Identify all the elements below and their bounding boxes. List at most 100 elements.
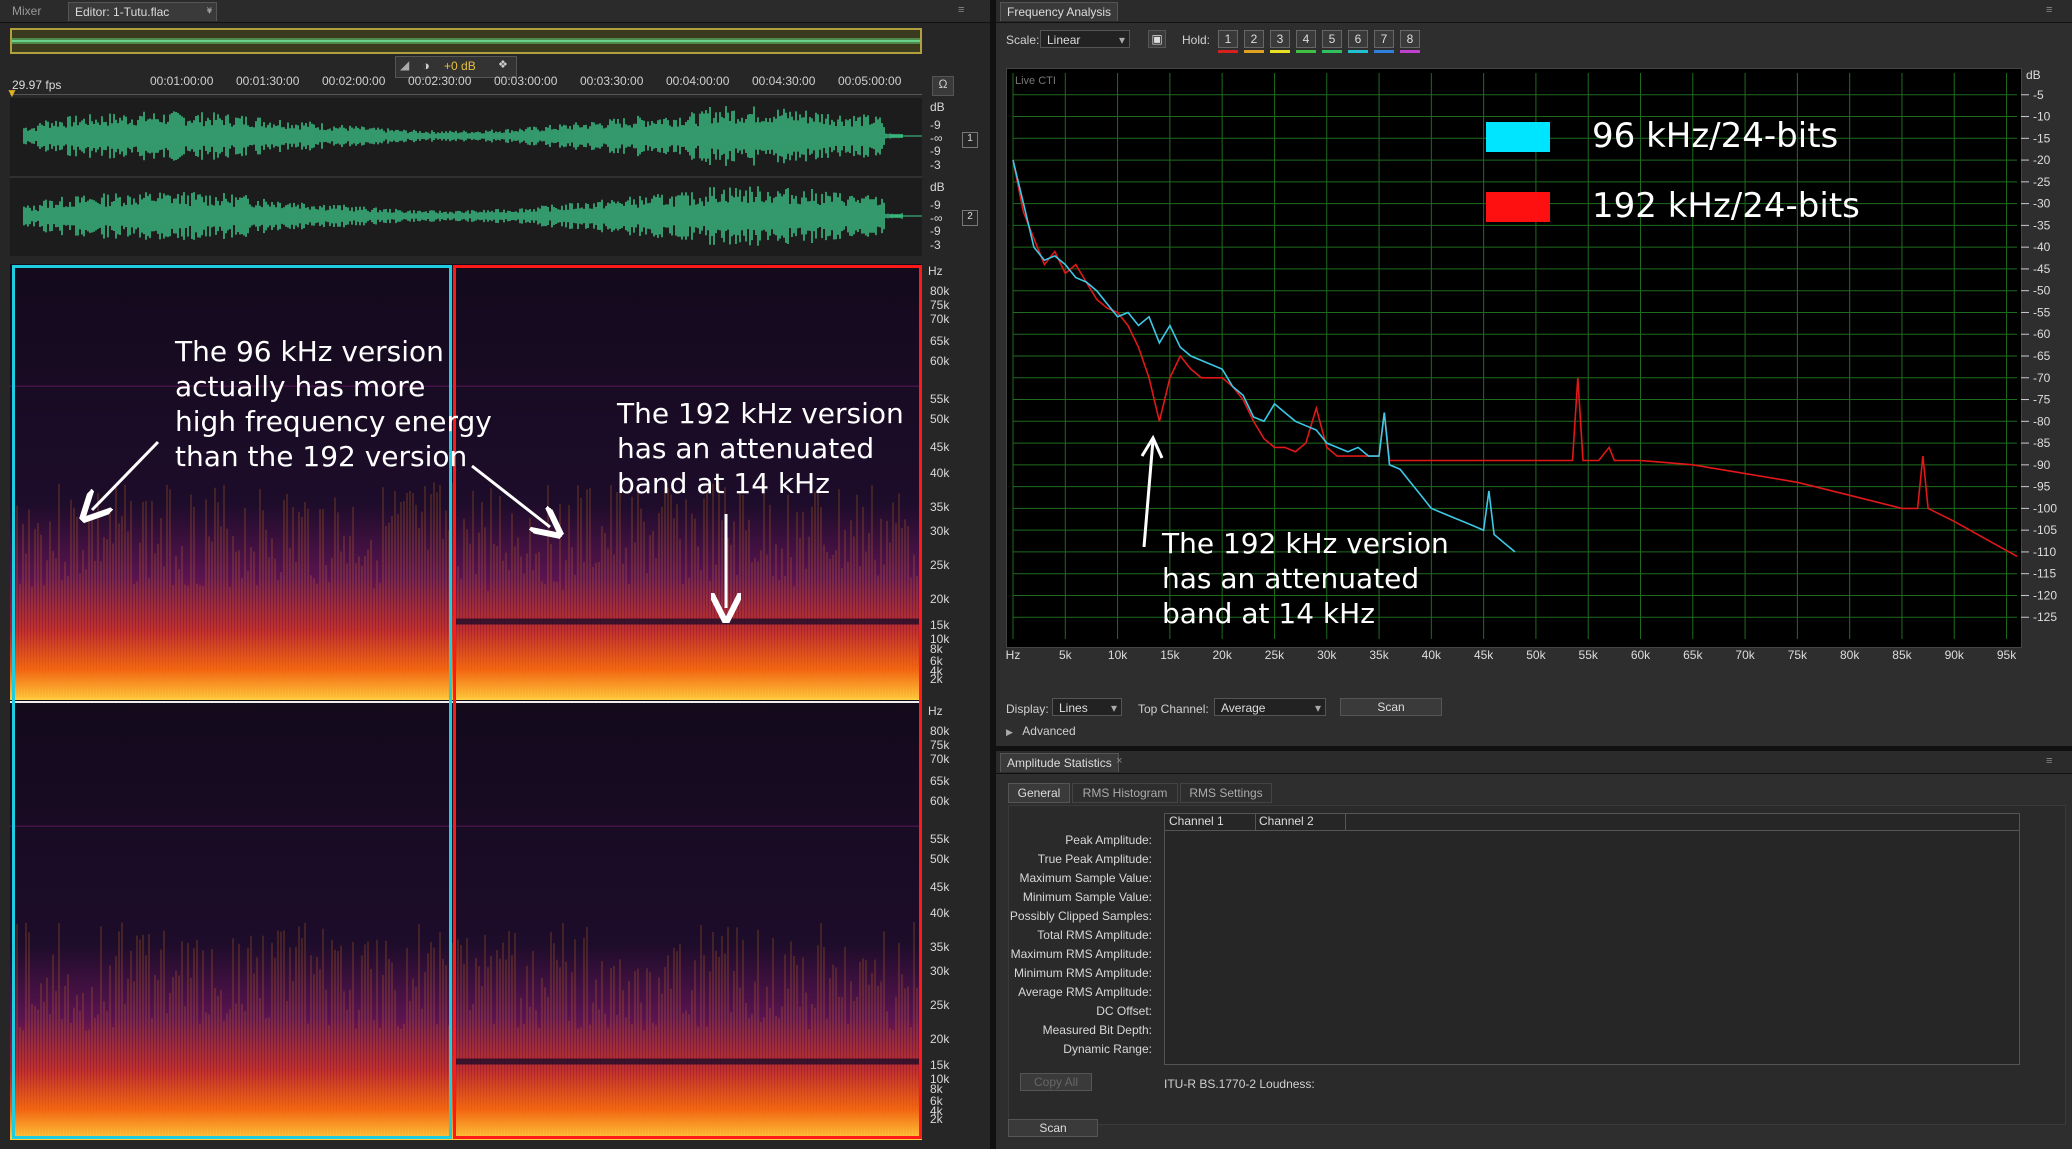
hold-color-swatch [1296,50,1316,53]
amp-scan-button[interactable]: Scan [1008,1119,1098,1137]
waveform-area[interactable] [10,98,922,256]
amp-subtab-rms-settings[interactable]: RMS Settings [1180,783,1272,803]
hz-tick-label: 45k [930,440,950,454]
ruler-tick-label: 00:04:00:00 [666,74,730,88]
panel-menu-icon[interactable]: ≡ [2046,4,2052,16]
y-tick-label: -85 [2033,436,2051,450]
hz-tick-label: 15k [930,618,950,632]
knob-icon[interactable]: ◑ [422,58,430,73]
y-tick-label: -105 [2033,523,2057,537]
y-tick-label: -125 [2033,610,2057,624]
annotation-192-band: The 192 kHz version has an attenuated ba… [617,397,904,500]
db-tick: -9 [930,198,941,212]
hold-color-swatch [1400,50,1420,53]
hold-button-4[interactable]: 4 [1296,30,1316,48]
hz-tick-label: 40k [930,906,950,920]
y-tick-label: -30 [2033,197,2051,211]
y-tick-label: -70 [2033,371,2051,385]
hold-color-swatch [1270,50,1290,53]
x-tick-label: 95k [1997,648,2017,662]
amp-row-label: Maximum RMS Amplitude: [1010,947,1152,961]
hold-button-3[interactable]: 3 [1270,30,1290,48]
ruler-tick-label: 00:03:30:00 [580,74,644,88]
headphones-icon[interactable]: Ω [932,76,954,96]
gain-value[interactable]: +0 dB [444,59,476,73]
tab-frequency-analysis[interactable]: Frequency Analysis [1000,2,1119,21]
close-icon[interactable]: × [206,4,212,16]
channel-2-badge[interactable]: 2 [962,210,978,226]
hold-color-swatch [1322,50,1342,53]
tab-editor[interactable]: Editor: 1-Tutu.flac ▾ [68,2,217,21]
close-icon[interactable]: × [1116,755,1122,767]
col-channel-2: Channel 2 [1255,814,1346,831]
top-channel-select[interactable]: Average [1214,698,1326,717]
amp-row-label: Average RMS Amplitude: [1018,985,1152,999]
advanced-toggle[interactable]: ▶ Advanced [1006,724,1076,738]
y-tick-label: -115 [2033,567,2056,581]
scale-select[interactable]: Linear [1040,30,1130,49]
hz-tick-label: 2k [930,1112,943,1126]
hz-tick-label: 60k [930,794,950,808]
amp-row-label: DC Offset: [1096,1004,1152,1018]
overview-bar[interactable] [10,28,922,54]
annotation-96-energy: The 96 kHz version actually has more hig… [175,335,492,473]
ruler-tick-label: 00:01:00:00 [150,74,214,88]
db-tick: -∞ [930,211,943,225]
x-tick-label: 50k [1526,648,1546,662]
y-tick-label: -10 [2033,110,2051,124]
hz-tick-label: 80k [930,284,950,298]
x-tick-label: 5k [1059,648,1073,662]
panel-menu-icon[interactable]: ≡ [2046,755,2052,767]
ruler-tick-label: 00:02:00:00 [322,74,386,88]
y-tick-label: -50 [2033,284,2051,298]
hz-tick-label: 55k [930,392,950,406]
hz-tick-label: 80k [930,724,950,738]
spectrum-graph[interactable]: Hz 5k 10k 15k 20k 25k 30k 35k 40k 45k 50k 55k 60k 65k… [1006,68,2057,662]
y-tick-label: -55 [2033,305,2051,319]
amp-row-label: Minimum RMS Amplitude: [1013,966,1152,980]
amplitude-statistics-panel: Amplitude Statistics × ≡ General RMS His… [996,751,2072,1149]
hold-color-swatch [1244,50,1264,53]
hz-tick-label: 35k [930,940,950,954]
hold-button-8[interactable]: 8 [1400,30,1420,48]
tab-amplitude-statistics[interactable]: Amplitude Statistics [1000,753,1119,772]
hold-button-5[interactable]: 5 [1322,30,1342,48]
y-tick-label: -90 [2033,458,2051,472]
editor-panel: Mixer Editor: 1-Tutu.flac ▾ × ≡ ◢ ◑ +0 d… [0,0,990,1149]
copy-graph-icon[interactable]: ▣ [1148,30,1166,48]
y-tick-label: -20 [2033,153,2051,167]
pin-icon[interactable]: ❖ [498,58,508,71]
tab-mixer[interactable]: Mixer [6,2,47,20]
channel-1-badge[interactable]: 1 [962,132,978,148]
hz-tick-label: 70k [930,312,950,326]
copy-all-button[interactable]: Copy All [1020,1073,1092,1091]
panel-menu-icon[interactable]: ≡ [958,4,964,16]
x-tick-label: 75k [1788,648,1808,662]
volume-icon[interactable]: ◢ [400,58,409,72]
x-tick-label: 10k [1108,648,1128,662]
hz-tick-label: 25k [930,998,950,1012]
advanced-label: Advanced [1022,724,1076,738]
editor-tabbar: Mixer Editor: 1-Tutu.flac ▾ × ≡ [0,0,990,23]
hz-tick-label: 50k [930,852,950,866]
hz-tick-label: 45k [930,880,950,894]
display-select[interactable]: Lines [1052,698,1122,717]
hold-button-6[interactable]: 6 [1348,30,1368,48]
hold-button-1[interactable]: 1 [1218,30,1238,48]
top-channel-label: Top Channel: [1138,702,1209,716]
amp-subtab-rms-histogram[interactable]: RMS Histogram [1072,783,1178,803]
hold-button-2[interactable]: 2 [1244,30,1264,48]
x-tick-label: 40k [1422,648,1442,662]
x-tick-label: 70k [1735,648,1755,662]
hz-tick-label: 25k [930,558,950,572]
hz-unit-label: Hz [928,264,943,278]
hz-tick-label: 15k [930,1058,950,1072]
amp-subtab-general[interactable]: General [1008,783,1070,803]
hold-button-7[interactable]: 7 [1374,30,1394,48]
hz-tick-label: 20k [930,1032,950,1046]
hz-tick-label: 50k [930,412,950,426]
display-label: Display: [1006,702,1049,716]
y-tick-label: -75 [2033,393,2051,407]
freq-scan-button[interactable]: Scan [1340,698,1442,716]
y-tick-label: -60 [2033,327,2051,341]
